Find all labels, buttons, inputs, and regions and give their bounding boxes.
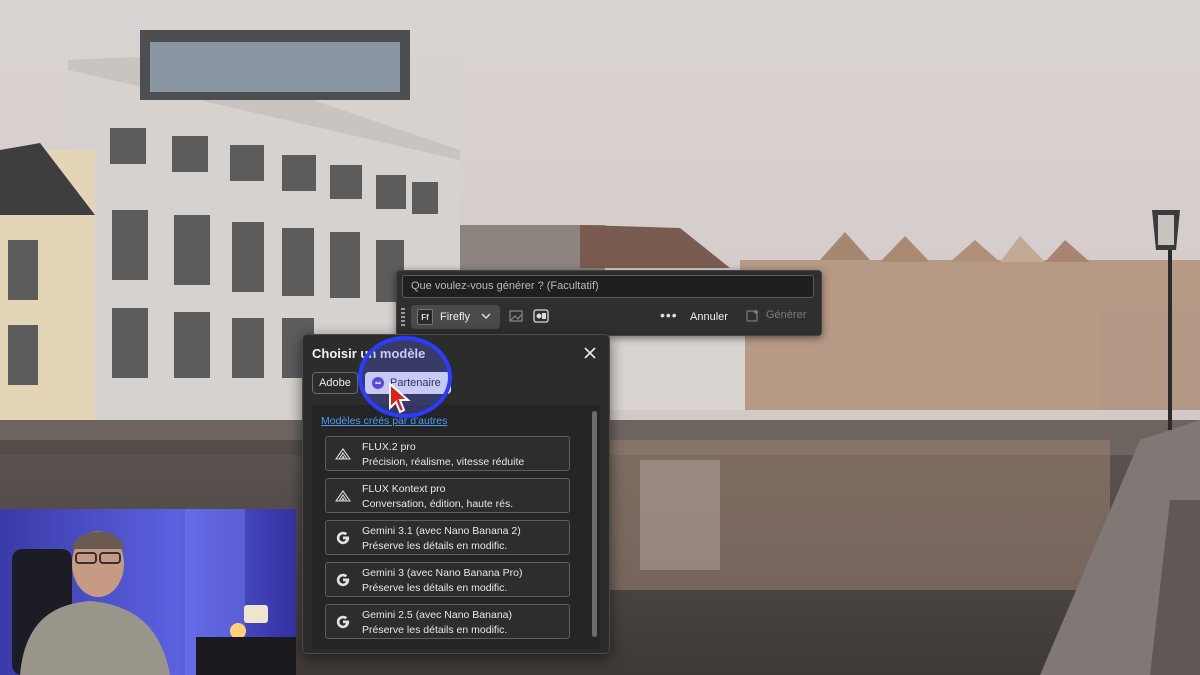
model-description: Préserve les détails en modific. xyxy=(362,582,508,594)
chevron-down-icon xyxy=(481,313,491,320)
model-name: Gemini 3 (avec Nano Banana Pro) xyxy=(362,567,523,579)
scrollbar[interactable] xyxy=(592,411,597,637)
prompt-bar: Que voulez-vous générer ? (Facultatif) F… xyxy=(396,270,822,336)
model-name: FLUX Kontext pro xyxy=(362,483,446,495)
model-name: Gemini 2.5 (avec Nano Banana) xyxy=(362,609,512,621)
scrollbar-thumb[interactable] xyxy=(592,411,597,637)
flux-icon xyxy=(335,490,351,502)
google-icon xyxy=(336,615,350,629)
google-icon xyxy=(336,531,350,545)
model-name: Gemini 3.1 (avec Nano Banana 2) xyxy=(362,525,521,537)
model-description: Conversation, édition, haute rés. xyxy=(362,498,514,510)
prompt-input[interactable]: Que voulez-vous générer ? (Facultatif) xyxy=(402,275,814,298)
generate-icon xyxy=(746,309,759,322)
google-icon xyxy=(336,573,350,587)
more-options-icon[interactable]: ••• xyxy=(660,307,678,323)
section-link-others[interactable]: Modèles créés par d'autres xyxy=(321,415,447,427)
flux-icon xyxy=(335,448,351,460)
firefly-icon: Ff xyxy=(417,309,433,325)
model-card-flux2-pro[interactable]: FLUX.2 pro Précision, réalisme, vitesse … xyxy=(325,436,570,471)
tab-adobe[interactable]: Adobe xyxy=(312,372,358,394)
drag-handle[interactable] xyxy=(401,308,405,326)
generate-label: Générer xyxy=(766,309,807,321)
model-card-flux-kontext-pro[interactable]: FLUX Kontext pro Conversation, édition, … xyxy=(325,478,570,513)
model-description: Précision, réalisme, vitesse réduite xyxy=(362,456,525,468)
model-dropdown-label: Firefly xyxy=(440,311,470,323)
model-card-gemini-3-1[interactable]: Gemini 3.1 (avec Nano Banana 2) Préserve… xyxy=(325,520,570,555)
model-list: Modèles créés par d'autres FLUX.2 pro Pr… xyxy=(312,405,600,649)
reference-image-icon[interactable] xyxy=(509,309,523,323)
model-card-gemini-2-5[interactable]: Gemini 2.5 (avec Nano Banana) Préserve l… xyxy=(325,604,570,639)
structure-reference-icon[interactable] xyxy=(533,309,549,323)
model-description: Préserve les détails en modific. xyxy=(362,624,508,636)
close-icon[interactable] xyxy=(584,347,596,359)
model-name: FLUX.2 pro xyxy=(362,441,416,453)
model-card-gemini-3[interactable]: Gemini 3 (avec Nano Banana Pro) Préserve… xyxy=(325,562,570,597)
model-description: Préserve les détails en modific. xyxy=(362,540,508,552)
model-dropdown-button[interactable]: Ff Firefly xyxy=(411,305,500,329)
model-chooser-panel: Choisir un modèle Adobe Partenaire Modèl… xyxy=(302,334,610,654)
mouse-cursor-icon xyxy=(389,382,411,414)
cancel-button[interactable]: Annuler xyxy=(690,311,728,323)
generate-button[interactable]: Générer xyxy=(746,308,806,322)
webcam-overlay xyxy=(0,509,296,675)
